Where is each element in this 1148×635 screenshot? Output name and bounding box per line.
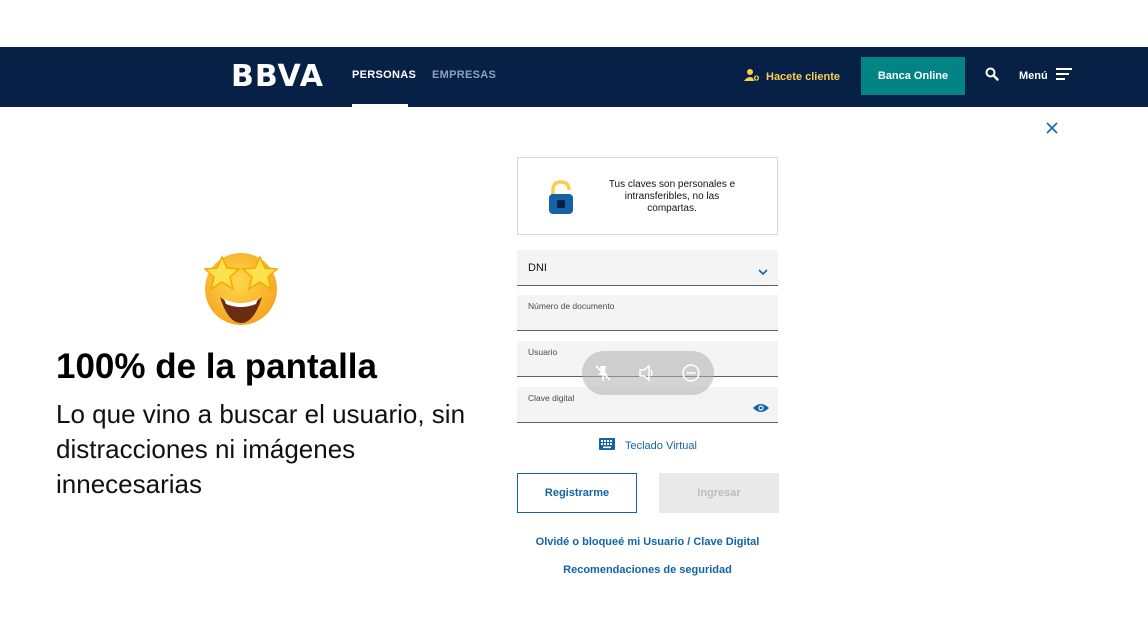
minus-circle-icon[interactable] [681,363,701,388]
menu-label: Menú [1019,69,1048,82]
menu-button[interactable]: Menú [1019,68,1072,83]
eye-icon[interactable] [752,401,770,419]
promo-subtitle: Lo que vino a buscar el usuario, sin dis… [56,399,466,499]
active-nav-indicator [352,104,408,107]
password-label: Clave digital [528,393,575,403]
add-user-icon [744,68,760,85]
close-icon[interactable] [1044,120,1060,141]
nav-empresas[interactable]: EMPRESAS [432,69,496,81]
pin-off-icon[interactable] [593,363,613,388]
promo-title: 100% de la pantalla [56,347,377,386]
volume-icon[interactable] [637,363,657,388]
document-type-value: DNI [528,262,547,274]
virtual-keyboard-label: Teclado Virtual [625,439,697,452]
nav-personas[interactable]: PERSONAS [352,69,416,81]
search-icon[interactable] [985,67,999,86]
banca-online-button[interactable]: Banca Online [861,57,965,95]
document-type-select[interactable]: DNI [517,250,778,286]
virtual-keyboard-link[interactable]: Teclado Virtual [599,438,697,453]
user-label: Usuario [528,347,558,357]
star-struck-emoji-icon [198,247,284,332]
keyboard-icon [599,438,615,453]
top-navigation-bar [0,47,1148,107]
forgot-credentials-link[interactable]: Olvidé o bloqueé mi Usuario / Clave Digi… [517,536,778,548]
login-button[interactable]: Ingresar [659,473,779,513]
register-button[interactable]: Registrarme [517,473,637,513]
bbva-logo[interactable]: BBVA [231,59,324,94]
padlock-icon [546,180,576,221]
security-notice: Tus claves son personales e intransferib… [517,157,778,235]
document-number-field[interactable]: Número de documento [517,295,778,331]
security-recommendations-link[interactable]: Recomendaciones de seguridad [517,564,778,576]
document-number-label: Número de documento [528,301,615,311]
hacete-cliente-link[interactable]: Hacete cliente [744,68,840,85]
hamburger-icon [1055,68,1072,83]
chevron-down-icon [758,263,768,281]
hacete-cliente-label: Hacete cliente [766,70,840,83]
media-controls-overlay [582,351,714,395]
security-notice-text: Tus claves son personales e intransferib… [608,179,736,214]
